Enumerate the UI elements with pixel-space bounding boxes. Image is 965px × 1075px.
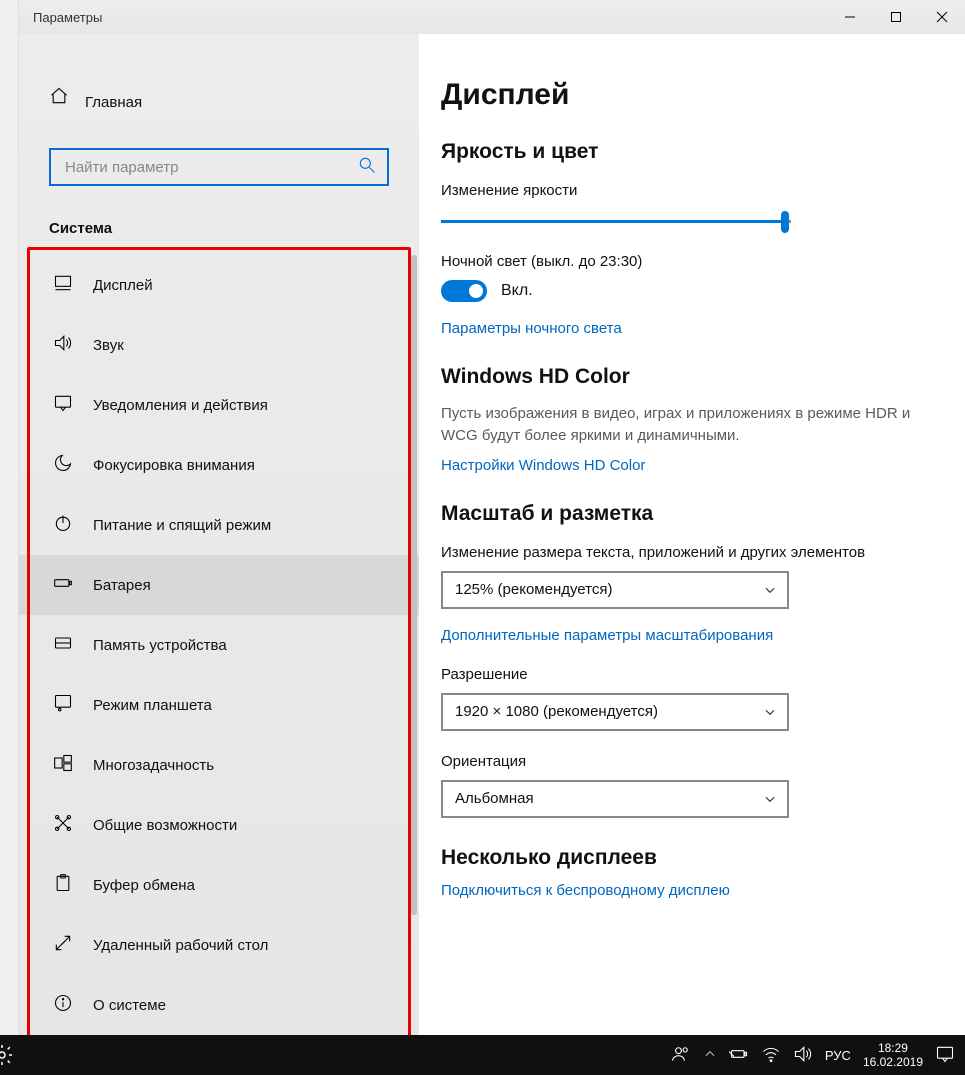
clipboard-icon	[51, 873, 75, 897]
home-icon	[49, 86, 69, 111]
brightness-slider[interactable]	[441, 209, 791, 235]
sidebar-item-clipboard[interactable]: Буфер обмена	[19, 855, 419, 915]
scale-heading: Масштаб и разметка	[441, 502, 943, 526]
search-input[interactable]	[49, 148, 389, 186]
sound-icon	[51, 333, 75, 357]
sidebar-item-shared[interactable]: Общие возможности	[19, 795, 419, 855]
sidebar-item-label: Память устройства	[93, 637, 227, 654]
volume-icon[interactable]	[793, 1044, 813, 1067]
brightness-heading: Яркость и цвет	[441, 140, 943, 164]
sidebar-item-tablet[interactable]: Режим планшета	[19, 675, 419, 735]
sidebar-item-label: Уведомления и действия	[93, 397, 268, 414]
multitask-icon	[51, 753, 75, 777]
content-pane: Дисплей Яркость и цвет Изменение яркости…	[419, 34, 965, 1035]
window-title: Параметры	[33, 10, 102, 25]
search-icon	[357, 155, 377, 180]
sidebar-item-label: Режим планшета	[93, 697, 212, 714]
clock[interactable]: 18:29 16.02.2019	[863, 1041, 923, 1070]
nav-list: Дисплей Звук Уведомления и действия Фокусир…	[19, 255, 419, 1035]
resolution-dropdown[interactable]: 1920 × 1080 (рекомендуется)	[441, 693, 789, 731]
home-button[interactable]: Главная	[19, 78, 419, 118]
sidebar-item-multitask[interactable]: Многозадачность	[19, 735, 419, 795]
orientation-label: Ориентация	[441, 753, 943, 770]
settings-gear-icon[interactable]	[0, 1035, 18, 1075]
sidebar-scrollbar[interactable]	[411, 255, 417, 915]
action-center-icon[interactable]	[935, 1044, 955, 1067]
slider-thumb[interactable]	[781, 211, 789, 233]
sidebar-item-focus[interactable]: Фокусировка внимания	[19, 435, 419, 495]
remote-icon	[51, 933, 75, 957]
focus-icon	[51, 453, 75, 477]
scale-advanced-link[interactable]: Дополнительные параметры масштабирования	[441, 627, 943, 644]
section-title: Система	[49, 220, 389, 237]
sidebar-item-remote[interactable]: Удаленный рабочий стол	[19, 915, 419, 975]
sidebar-item-label: Удаленный рабочий стол	[93, 937, 268, 954]
titlebar: Параметры	[19, 0, 965, 34]
search-field[interactable]	[65, 159, 357, 176]
sidebar-item-notifications[interactable]: Уведомления и действия	[19, 375, 419, 435]
nightlight-toggle[interactable]	[441, 280, 487, 302]
scale-label: Изменение размера текста, приложений и д…	[441, 544, 943, 561]
orientation-value: Альбомная	[455, 790, 534, 807]
scale-dropdown[interactable]: 125% (рекомендуется)	[441, 571, 789, 609]
resolution-label: Разрешение	[441, 666, 943, 683]
toggle-state: Вкл.	[501, 282, 533, 300]
close-button[interactable]	[919, 0, 965, 34]
resolution-value: 1920 × 1080 (рекомендуется)	[455, 703, 658, 720]
power-icon	[51, 513, 75, 537]
sidebar-item-display[interactable]: Дисплей	[19, 255, 419, 315]
sidebar-item-power[interactable]: Питание и спящий режим	[19, 495, 419, 555]
sidebar-item-about[interactable]: О системе	[19, 975, 419, 1035]
battery-icon	[51, 573, 75, 597]
wireless-display-link[interactable]: Подключиться к беспроводному дисплею	[441, 882, 943, 899]
sidebar-item-label: Дисплей	[93, 277, 153, 294]
power-tray-icon[interactable]	[729, 1044, 749, 1067]
notifications-icon	[51, 393, 75, 417]
sidebar-item-label: Батарея	[93, 577, 151, 594]
nightlight-settings-link[interactable]: Параметры ночного света	[441, 320, 943, 337]
nightlight-label: Ночной свет (выкл. до 23:30)	[441, 253, 943, 270]
hdcolor-desc: Пусть изображения в видео, играх и прило…	[441, 403, 943, 447]
settings-window: Параметры Главная Система Дисплей Звук Уве…	[18, 0, 965, 1035]
chevron-down-icon	[763, 705, 777, 719]
sidebar-item-battery[interactable]: Батарея	[19, 555, 419, 615]
sidebar-item-label: О системе	[93, 997, 166, 1014]
maximize-button[interactable]	[873, 0, 919, 34]
wifi-icon[interactable]	[761, 1044, 781, 1067]
sidebar-item-label: Общие возможности	[93, 817, 237, 834]
people-icon[interactable]	[671, 1044, 691, 1067]
hdcolor-link[interactable]: Настройки Windows HD Color	[441, 457, 943, 474]
shared-icon	[51, 813, 75, 837]
scale-value: 125% (рекомендуется)	[455, 581, 612, 598]
page-title: Дисплей	[441, 78, 943, 112]
sidebar-item-label: Звук	[93, 337, 124, 354]
sidebar-item-label: Питание и спящий режим	[93, 517, 271, 534]
display-icon	[51, 273, 75, 297]
sidebar-item-label: Фокусировка внимания	[93, 457, 255, 474]
storage-icon	[51, 633, 75, 657]
tray-expand-icon[interactable]	[703, 1047, 717, 1064]
sidebar-item-sound[interactable]: Звук	[19, 315, 419, 375]
sidebar-item-storage[interactable]: Память устройства	[19, 615, 419, 675]
taskbar: РУС 18:29 16.02.2019	[0, 1035, 965, 1075]
hdcolor-heading: Windows HD Color	[441, 365, 943, 389]
clock-date: 16.02.2019	[863, 1055, 923, 1069]
system-tray: РУС 18:29 16.02.2019	[671, 1041, 955, 1070]
chevron-down-icon	[763, 583, 777, 597]
home-label: Главная	[85, 94, 142, 111]
about-icon	[51, 993, 75, 1017]
brightness-label: Изменение яркости	[441, 182, 943, 199]
minimize-button[interactable]	[827, 0, 873, 34]
sidebar: Главная Система Дисплей Звук Уведомления и…	[19, 34, 419, 1035]
chevron-down-icon	[763, 792, 777, 806]
sidebar-item-label: Буфер обмена	[93, 877, 195, 894]
multidisp-heading: Несколько дисплеев	[441, 846, 943, 870]
language-indicator[interactable]: РУС	[825, 1048, 851, 1063]
orientation-dropdown[interactable]: Альбомная	[441, 780, 789, 818]
sidebar-item-label: Многозадачность	[93, 757, 214, 774]
clock-time: 18:29	[863, 1041, 923, 1055]
tablet-icon	[51, 693, 75, 717]
